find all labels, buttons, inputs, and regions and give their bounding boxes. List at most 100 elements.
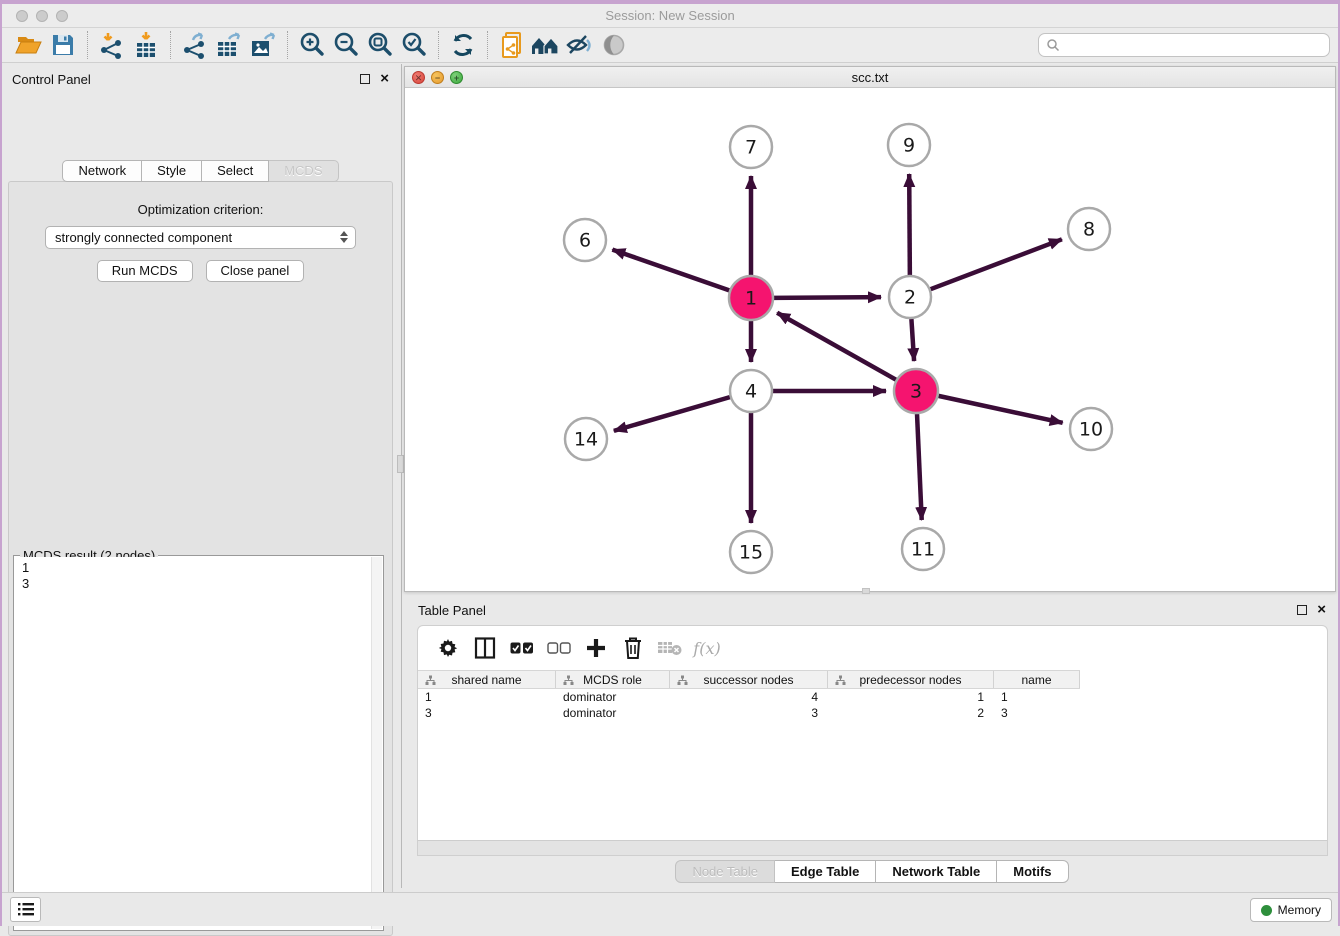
node-table-container: f(x) shared name MCDS role successor nod… [417,625,1328,856]
table-body: 1dominator4113dominator323 [418,689,1327,721]
graph-edge-1-6[interactable] [612,250,729,291]
tab-network[interactable]: Network [62,160,142,182]
table-cell[interactable]: dominator [556,689,670,705]
horizontal-splitter-handle[interactable] [862,588,870,594]
zoom-in-icon[interactable] [295,30,329,60]
export-image-icon[interactable] [246,30,280,60]
import-network-icon[interactable] [95,30,129,60]
table-row[interactable]: 1dominator411 [418,689,1080,705]
close-window-icon[interactable] [16,10,28,22]
show-all-icon[interactable] [597,30,631,60]
save-session-icon[interactable] [46,30,80,60]
export-network-icon[interactable] [178,30,212,60]
table-cell[interactable]: 4 [670,689,828,705]
window-titlebar: Session: New Session [0,4,1340,28]
split-view-icon[interactable] [471,635,499,661]
graph-edge-1-2[interactable] [774,297,881,298]
network-minimize-icon[interactable]: − [431,71,444,84]
network-graph[interactable]: 7968124314101511 [405,88,1335,591]
memory-button[interactable]: Memory [1250,898,1332,922]
criterion-select[interactable]: strongly connected component [45,226,356,249]
task-history-button[interactable] [10,897,41,922]
table-cell[interactable]: 1 [994,689,1080,705]
zoom-fit-icon[interactable] [363,30,397,60]
control-panel-tabs: Network Style Select MCDS [0,160,401,182]
close-table-panel-icon[interactable]: × [1317,605,1326,615]
tab-network-table[interactable]: Network Table [876,860,997,883]
search-field[interactable] [1038,33,1330,57]
open-file-icon[interactable] [12,30,46,60]
export-table-icon[interactable] [212,30,246,60]
table-cell[interactable]: 3 [670,705,828,721]
network-view-window: ✕ − + scc.txt 7968124314101511 [404,66,1336,592]
delete-column-icon[interactable] [619,635,647,661]
table-cell[interactable]: 2 [828,705,994,721]
tab-motifs[interactable]: Motifs [997,860,1068,883]
toolbar-separator [287,31,288,59]
add-column-icon[interactable] [582,635,610,661]
refresh-icon[interactable] [446,30,480,60]
graph-edge-4-14[interactable] [614,397,730,431]
tab-edge-table[interactable]: Edge Table [775,860,876,883]
graph-edge-2-9[interactable] [909,174,910,275]
table-cell[interactable]: 3 [418,705,556,721]
tab-style[interactable]: Style [142,160,202,182]
table-cell[interactable]: 1 [418,689,556,705]
table-hscrollbar[interactable] [418,840,1327,855]
hide-selected-icon[interactable] [563,30,597,60]
close-panel-button[interactable]: Close panel [206,260,305,282]
deselect-all-icon[interactable] [545,635,573,661]
network-canvas[interactable]: 7968124314101511 [405,88,1335,591]
table-toolbar: f(x) [418,626,1327,670]
vertical-splitter[interactable] [401,64,402,888]
graph-edge-3-1[interactable] [777,313,896,380]
maximize-window-icon[interactable] [56,10,68,22]
toolbar-separator [487,31,488,59]
table-cell[interactable]: dominator [556,705,670,721]
table-cell[interactable]: 3 [994,705,1080,721]
graph-node-label: 10 [1079,419,1103,441]
table-cell[interactable]: 1 [828,689,994,705]
graph-edge-3-11[interactable] [917,414,922,520]
column-header-name[interactable]: name [994,671,1080,688]
column-header-successor-nodes[interactable]: successor nodes [670,671,828,688]
column-header-predecessor-nodes[interactable]: predecessor nodes [828,671,994,688]
table-panel-title: Table Panel [418,603,1297,618]
network-window-titlebar[interactable]: ✕ − + scc.txt [405,67,1335,88]
clone-network-icon[interactable] [495,30,529,60]
function-builder-icon[interactable]: f(x) [693,635,721,661]
memory-status-icon [1261,905,1272,916]
minimize-window-icon[interactable] [36,10,48,22]
zoom-selected-icon[interactable] [397,30,431,60]
tab-node-table[interactable]: Node Table [675,860,775,883]
graph-node-label: 3 [910,381,922,403]
gear-icon[interactable] [434,635,462,661]
column-header-mcds-role[interactable]: MCDS role [556,671,670,688]
tab-mcds[interactable]: MCDS [269,160,338,182]
first-neighbors-icon[interactable] [529,30,563,60]
mcds-result-list[interactable]: 13 [15,557,371,929]
network-maximize-icon[interactable]: + [450,71,463,84]
close-panel-icon[interactable]: × [380,74,389,84]
select-all-icon[interactable] [508,635,536,661]
status-bar: Memory [0,892,1340,926]
network-close-icon[interactable]: ✕ [412,71,425,84]
graph-node-label: 11 [911,539,935,561]
zoom-out-icon[interactable] [329,30,363,60]
import-table-icon[interactable] [129,30,163,60]
graph-edge-2-8[interactable] [931,239,1062,289]
result-scrollbar[interactable] [371,557,382,929]
tab-select[interactable]: Select [202,160,269,182]
graph-node-label: 6 [579,230,591,252]
float-table-panel-icon[interactable] [1297,605,1307,615]
graph-edge-2-3[interactable] [911,319,914,361]
float-panel-icon[interactable] [360,74,370,84]
column-header-shared-name[interactable]: shared name [418,671,556,688]
search-input[interactable] [1060,35,1329,55]
run-mcds-button[interactable]: Run MCDS [97,260,193,282]
graph-node-label: 1 [745,288,757,310]
vertical-splitter-handle[interactable] [397,455,404,473]
graph-edge-3-10[interactable] [938,396,1062,423]
delete-table-icon[interactable] [656,635,684,661]
table-row[interactable]: 3dominator323 [418,705,1080,721]
